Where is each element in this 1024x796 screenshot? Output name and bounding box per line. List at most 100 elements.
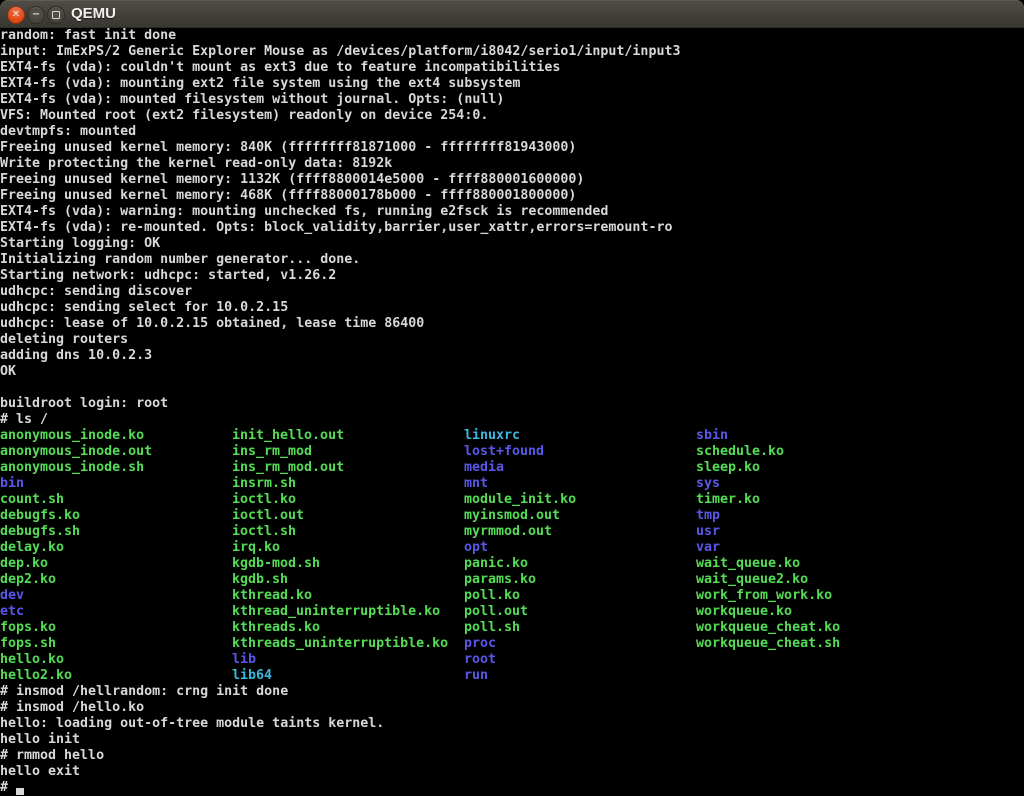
minimize-button[interactable]: − — [27, 6, 45, 24]
console-text: poll.out — [464, 604, 528, 620]
console-line: fops.shkthreads_uninterruptible.koprocwo… — [0, 636, 1024, 652]
console-text: wait_queue.ko — [696, 556, 800, 572]
console-text: Starting logging: OK — [0, 236, 160, 252]
console-text: Freeing unused kernel memory: 1132K (fff… — [0, 172, 584, 188]
console-text: udhcpc: sending discover — [0, 284, 192, 300]
console-line: fops.kokthreads.kopoll.shworkqueue_cheat… — [0, 620, 1024, 636]
console-text: # ls / — [0, 412, 48, 428]
console-line: hello: loading out-of-tree module taints… — [0, 716, 1024, 732]
console-line: hello exit — [0, 764, 1024, 780]
console-line: EXT4-fs (vda): re-mounted. Opts: block_v… — [0, 220, 1024, 236]
console-line: dep2.kokgdb.shparams.kowait_queue2.ko — [0, 572, 1024, 588]
console-line: hello.ko lib root — [0, 652, 1024, 668]
console-text: init_hello.out — [232, 428, 344, 444]
console-text: proc — [464, 636, 496, 652]
console-line: EXT4-fs (vda): warning: mounting uncheck… — [0, 204, 1024, 220]
console-line: Freeing unused kernel memory: 1132K (fff… — [0, 172, 1024, 188]
console-text: kthreads.ko — [232, 620, 320, 636]
console-line: Starting network: udhcpc: started, v1.26… — [0, 268, 1024, 284]
console-text: myinsmod.out — [464, 508, 560, 524]
close-icon: ✕ — [12, 10, 20, 20]
console-text: buildroot login: root — [0, 396, 168, 412]
console-line — [0, 380, 1024, 396]
console-line: debugfs.koioctl.outmyinsmod.outtmp — [0, 508, 1024, 524]
console-text: fops.ko — [0, 620, 56, 636]
console-text: lib64 — [232, 668, 272, 684]
console-line: bininsrm.shmntsys — [0, 476, 1024, 492]
console-text: workqueue.ko — [696, 604, 792, 620]
console-text: poll.ko — [464, 588, 520, 604]
console-line: deleting routers — [0, 332, 1024, 348]
console-text: # rmmod hello — [0, 748, 104, 764]
console-text: insrm.sh — [232, 476, 296, 492]
console-text: debugfs.ko — [0, 508, 80, 524]
console-text: Freeing unused kernel memory: 840K (ffff… — [0, 140, 576, 156]
console-text: opt — [464, 540, 488, 556]
console-text: workqueue_cheat.ko — [696, 620, 840, 636]
console-line: VFS: Mounted root (ext2 filesystem) read… — [0, 108, 1024, 124]
console-text: count.sh — [0, 492, 64, 508]
console-line: dep.ko kgdb-mod.sh panic.ko wait_queue.ko — [0, 556, 1024, 572]
console-text: timer.ko — [696, 492, 760, 508]
console-text: mnt — [464, 476, 488, 492]
console-line: # — [0, 780, 1024, 796]
console-text: sleep.ko — [696, 460, 760, 476]
console-text: Initializing random number generator... … — [0, 252, 360, 268]
console-line: EXT4-fs (vda): couldn't mount as ext3 du… — [0, 60, 1024, 76]
console-text: hello.ko — [0, 652, 64, 668]
console-text: input: ImExPS/2 Generic Explorer Mouse a… — [0, 44, 680, 60]
console-text: workqueue_cheat.sh — [696, 636, 840, 652]
console-line: udhcpc: sending select for 10.0.2.15 — [0, 300, 1024, 316]
console-text: # — [0, 780, 16, 796]
window-titlebar[interactable]: ✕ − QEMU — [0, 0, 1024, 28]
console-line: dev kthread.ko poll.ko work_from_work.ko — [0, 588, 1024, 604]
console-text: work_from_work.ko — [696, 588, 832, 604]
console-line: hello2.kolib64run — [0, 668, 1024, 684]
console-text: linuxrc — [464, 428, 520, 444]
console-text: lib — [232, 652, 256, 668]
console-text: Freeing unused kernel memory: 468K (ffff… — [0, 188, 576, 204]
console-text: dep.ko — [0, 556, 48, 572]
console-line: # insmod /hellrandom: crng init done — [0, 684, 1024, 700]
console-text: random: fast init done — [0, 28, 176, 44]
console-line: # ls / — [0, 412, 1024, 428]
console-line: buildroot login: root — [0, 396, 1024, 412]
console-line: etckthread_uninterruptible.kopoll.outwor… — [0, 604, 1024, 620]
console-line: EXT4-fs (vda): mounted filesystem withou… — [0, 92, 1024, 108]
console-text: dep2.ko — [0, 572, 56, 588]
console-text: dev — [0, 588, 24, 604]
console-text: wait_queue2.ko — [696, 572, 808, 588]
console-text: EXT4-fs (vda): couldn't mount as ext3 du… — [0, 60, 560, 76]
console-line: Freeing unused kernel memory: 468K (ffff… — [0, 188, 1024, 204]
console-text: EXT4-fs (vda): mounting ext2 file system… — [0, 76, 520, 92]
terminal-screen[interactable]: random: fast init doneinput: ImExPS/2 Ge… — [0, 28, 1024, 796]
terminal-cursor — [16, 788, 24, 795]
console-text: panic.ko — [464, 556, 528, 572]
console-line: udhcpc: lease of 10.0.2.15 obtained, lea… — [0, 316, 1024, 332]
console-text: kthread_uninterruptible.ko — [232, 604, 440, 620]
console-text: root — [464, 652, 496, 668]
console-text: Starting network: udhcpc: started, v1.26… — [0, 268, 336, 284]
console-text: fops.sh — [0, 636, 56, 652]
maximize-button[interactable] — [47, 6, 65, 24]
console-text: EXT4-fs (vda): mounted filesystem withou… — [0, 92, 504, 108]
close-button[interactable]: ✕ — [7, 6, 25, 24]
console-line: Initializing random number generator... … — [0, 252, 1024, 268]
console-line: # rmmod hello — [0, 748, 1024, 764]
console-text: OK — [0, 364, 16, 380]
console-text: myrmmod.out — [464, 524, 552, 540]
console-text: ioctl.ko — [232, 492, 296, 508]
console-text: params.ko — [464, 572, 536, 588]
screen: { "window": { "title": "QEMU", "buttons"… — [0, 0, 1024, 796]
console-text: schedule.ko — [696, 444, 784, 460]
console-line: EXT4-fs (vda): mounting ext2 file system… — [0, 76, 1024, 92]
console-text: kgdb-mod.sh — [232, 556, 320, 572]
console-text: kthread.ko — [232, 588, 312, 604]
console-text: lost+found — [464, 444, 544, 460]
console-text: var — [696, 540, 720, 556]
console-text: hello: loading out-of-tree module taints… — [0, 716, 384, 732]
console-text: ioctl.sh — [232, 524, 296, 540]
console-text: devtmpfs: mounted — [0, 124, 136, 140]
console-text: sys — [696, 476, 720, 492]
console-text: anonymous_inode.out — [0, 444, 152, 460]
